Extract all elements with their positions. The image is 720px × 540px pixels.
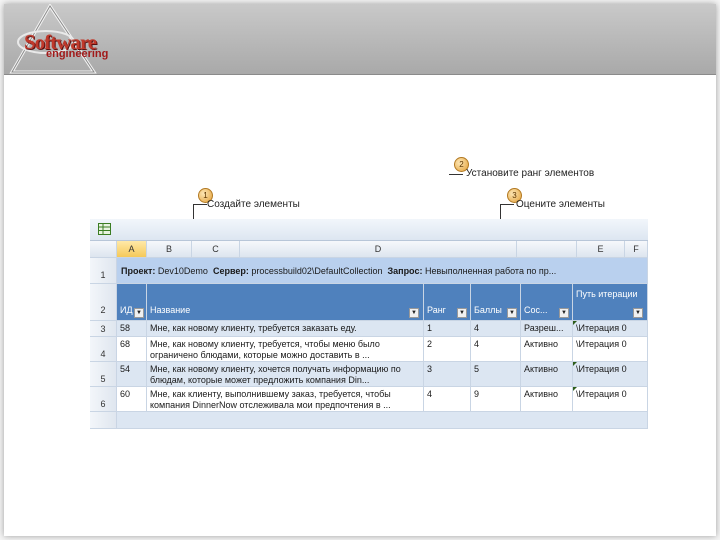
row-header-3[interactable]: 3 — [90, 321, 117, 337]
header-iteration[interactable]: Путь итерации ▼ — [573, 284, 648, 321]
logo: Software engineering — [8, 4, 118, 80]
query-info-row[interactable]: Проект: Dev10Demo Сервер: processbuild02… — [117, 258, 648, 284]
header-id-label: ИД — [120, 305, 133, 315]
excel-sheet-icon[interactable] — [98, 223, 111, 235]
filter-dropdown-icon[interactable]: ▼ — [507, 308, 517, 318]
cell-title[interactable]: Мне, как новому клиенту, требуется заказ… — [147, 321, 424, 337]
query-label: Запрос: — [387, 266, 423, 276]
column-header-c[interactable]: C — [192, 241, 240, 258]
row-header-2[interactable]: 2 — [90, 284, 117, 321]
filter-dropdown-icon[interactable]: ▼ — [633, 308, 643, 318]
cell-rank[interactable]: 3 — [424, 362, 471, 387]
cell-title[interactable]: Мне, как клиенту, выполнившему заказ, тр… — [147, 387, 424, 412]
empty-row[interactable] — [117, 412, 648, 429]
spreadsheet: A B C D E F 1 2 3 4 5 6 Проект: Dev10Dem… — [90, 219, 648, 429]
row-header-4[interactable]: 4 — [90, 337, 117, 362]
header-points[interactable]: Баллы ▼ — [471, 284, 521, 321]
filter-dropdown-icon[interactable]: ▼ — [409, 308, 419, 318]
column-header-d[interactable]: D — [240, 241, 517, 258]
column-header-a[interactable]: A — [117, 241, 147, 258]
cell-points[interactable]: 4 — [471, 337, 521, 362]
column-header-e[interactable]: E — [577, 241, 625, 258]
cell-iteration[interactable]: \Итерация 0 — [573, 387, 648, 412]
cell-flag-icon — [573, 362, 577, 366]
slide: Software engineering 2 Установите ранг э… — [4, 4, 716, 536]
header-points-label: Баллы — [474, 305, 502, 315]
cell-state[interactable]: Активно — [521, 337, 573, 362]
filter-dropdown-icon[interactable]: ▼ — [559, 308, 569, 318]
header-id[interactable]: ИД ▼ — [117, 284, 147, 321]
row-header-7[interactable] — [90, 412, 117, 429]
cell-rank[interactable]: 2 — [424, 337, 471, 362]
filter-dropdown-icon[interactable]: ▼ — [134, 308, 144, 318]
row-header-6[interactable]: 6 — [90, 387, 117, 412]
header-rank-label: Ранг — [427, 305, 446, 315]
project-value: Dev10Demo — [157, 266, 208, 276]
column-header-gap[interactable] — [517, 241, 577, 258]
cell-rank[interactable]: 1 — [424, 321, 471, 337]
cell-iteration-value: \Итерация 0 — [576, 339, 627, 349]
callout-leader-3-h — [500, 204, 514, 205]
server-label: Сервер: — [212, 266, 249, 276]
callout-label-3: Оцените элементы — [516, 199, 605, 210]
cell-rank[interactable]: 4 — [424, 387, 471, 412]
cell-points[interactable]: 9 — [471, 387, 521, 412]
project-label: Проект: — [121, 266, 156, 276]
cell-iteration-value: \Итерация 0 — [576, 389, 627, 399]
query-value: Невыполненная работа по пр... — [424, 266, 557, 276]
cell-points[interactable]: 4 — [471, 321, 521, 337]
cell-id[interactable]: 54 — [117, 362, 147, 387]
cell-iteration-value: \Итерация 0 — [576, 364, 627, 374]
row-header-5[interactable]: 5 — [90, 362, 117, 387]
header-title-label: Название — [150, 305, 191, 315]
cell-state[interactable]: Активно — [521, 362, 573, 387]
header-title[interactable]: Название ▼ — [147, 284, 424, 321]
cell-iteration[interactable]: \Итерация 0 — [573, 337, 648, 362]
cell-flag-icon — [573, 321, 577, 325]
cell-id[interactable]: 68 — [117, 337, 147, 362]
callout-label-1: Создайте элементы — [207, 199, 300, 210]
cell-iteration-value: \Итерация 0 — [576, 323, 627, 333]
header-state[interactable]: Сос... ▼ — [521, 284, 573, 321]
corner-cell[interactable] — [90, 241, 117, 258]
cell-id[interactable]: 60 — [117, 387, 147, 412]
cell-iteration[interactable]: \Итерация 0 — [573, 362, 648, 387]
sheet-toolbar — [90, 219, 648, 241]
cell-title[interactable]: Мне, как новому клиенту, хочется получат… — [147, 362, 424, 387]
cell-state[interactable]: Активно — [521, 387, 573, 412]
row-header-1[interactable]: 1 — [90, 258, 117, 284]
cell-points[interactable]: 5 — [471, 362, 521, 387]
header-iteration-label: Путь итерации — [576, 289, 638, 299]
cell-title[interactable]: Мне, как новому клиенту, требуется, чтоб… — [147, 337, 424, 362]
callout-label-2: Установите ранг элементов — [466, 168, 595, 179]
server-value: processbuild02\DefaultCollection — [251, 266, 383, 276]
cell-state[interactable]: Разреш... — [521, 321, 573, 337]
callout-leader-2 — [449, 174, 463, 175]
column-header-f[interactable]: F — [625, 241, 648, 258]
filter-dropdown-icon[interactable]: ▼ — [457, 308, 467, 318]
cell-id[interactable]: 58 — [117, 321, 147, 337]
callout-leader-1-h — [193, 204, 207, 205]
header-rank[interactable]: Ранг ▼ — [424, 284, 471, 321]
cell-iteration[interactable]: \Итерация 0 — [573, 321, 648, 337]
cell-flag-icon — [573, 387, 577, 391]
logo-word-engineering: engineering — [46, 48, 109, 60]
column-header-b[interactable]: B — [147, 241, 192, 258]
header-state-label: Сос... — [524, 305, 548, 315]
